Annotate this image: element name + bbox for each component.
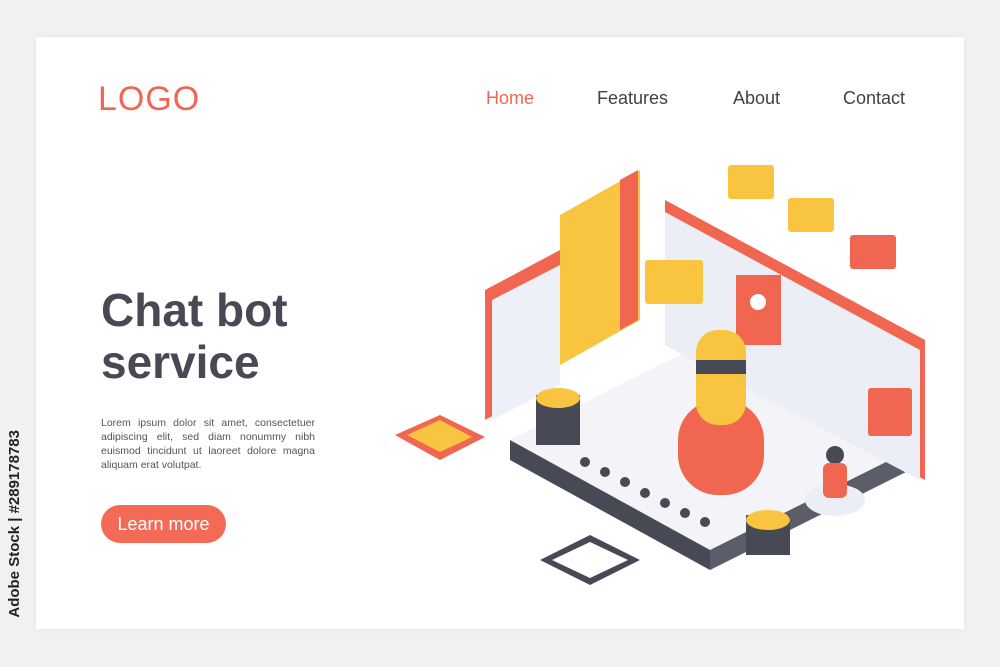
- nav-home[interactable]: Home: [486, 88, 534, 109]
- message-bubble-icon: [868, 388, 912, 436]
- person-icon: [826, 446, 844, 464]
- title-line-2: service: [101, 336, 260, 388]
- nav-about[interactable]: About: [733, 88, 780, 109]
- chat-bubble-icon: [788, 198, 834, 232]
- user-profile-icon: [736, 275, 781, 345]
- logo[interactable]: LOGO: [98, 80, 200, 119]
- chatbot-illustration: [395, 165, 925, 585]
- chat-bubble-icon: [850, 235, 896, 269]
- learn-more-button[interactable]: Learn more: [101, 505, 226, 543]
- chat-bubble-icon: [728, 165, 774, 199]
- hero-title: Chat bot service: [101, 284, 288, 388]
- message-bubble-icon: [645, 260, 703, 304]
- watermark: Adobe Stock | #289178783: [6, 430, 23, 618]
- title-line-1: Chat bot: [101, 284, 288, 336]
- hero-description: Lorem ipsum dolor sit amet, consectetuer…: [101, 417, 315, 471]
- nav-features[interactable]: Features: [597, 88, 668, 109]
- robot-icon: [696, 330, 746, 425]
- nav-contact[interactable]: Contact: [843, 88, 905, 109]
